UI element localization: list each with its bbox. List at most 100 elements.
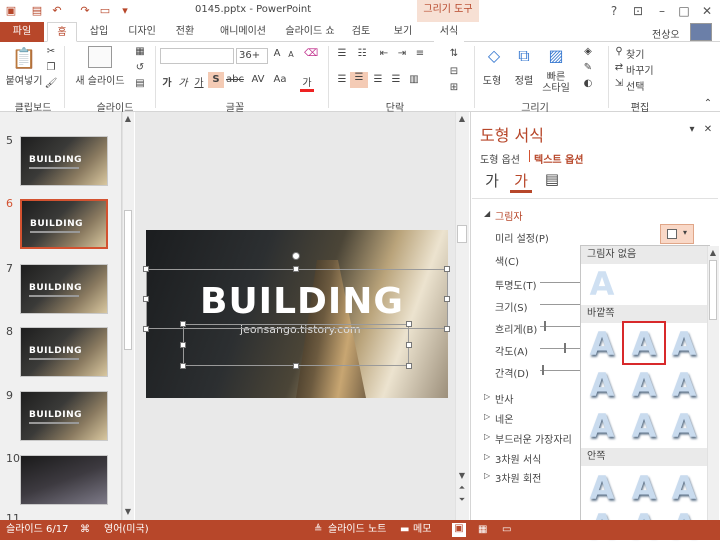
expand-arrow-icon[interactable]: ▷ bbox=[484, 452, 490, 461]
preset-inner-shadow[interactable]: A bbox=[666, 470, 702, 506]
section-soft-edges[interactable]: 부드러운 가장자리 bbox=[495, 431, 572, 446]
resize-handle[interactable] bbox=[293, 363, 299, 369]
prev-slide-icon[interactable]: ⏶ bbox=[456, 482, 468, 494]
blur-slider-thumb[interactable] bbox=[544, 321, 546, 331]
font-size-field[interactable]: 36+ bbox=[236, 48, 268, 64]
preset-outer-shadow[interactable]: A bbox=[666, 326, 702, 362]
distance-slider[interactable] bbox=[540, 370, 580, 371]
language-indicator[interactable]: 영어(미국) bbox=[104, 520, 149, 540]
distance-slider-thumb[interactable] bbox=[542, 365, 544, 375]
tab-format[interactable]: 서식 bbox=[434, 22, 464, 42]
blur-slider[interactable] bbox=[540, 326, 580, 327]
notes-button[interactable]: 슬라이드 노트 bbox=[328, 520, 386, 540]
comments-icon[interactable]: ▬ bbox=[400, 520, 409, 540]
numbering-icon[interactable]: ☷ bbox=[354, 48, 370, 59]
scroll-up-icon[interactable]: ▲ bbox=[122, 113, 134, 125]
expand-arrow-icon[interactable]: ▷ bbox=[484, 471, 490, 480]
start-from-beginning-icon[interactable]: ▭ bbox=[98, 4, 112, 18]
slide-thumbnail[interactable]: BUILDING bbox=[20, 327, 108, 377]
slide-thumbnail[interactable]: BUILDING bbox=[20, 391, 108, 441]
pane-close-icon[interactable]: ✕ bbox=[702, 124, 714, 135]
transparency-slider[interactable] bbox=[540, 282, 580, 283]
paste-icon[interactable]: 📋 bbox=[10, 46, 38, 70]
reading-view-icon[interactable]: ▭ bbox=[502, 520, 511, 540]
underline-button[interactable]: 가 bbox=[192, 74, 206, 89]
resize-handle[interactable] bbox=[180, 342, 186, 348]
copy-icon[interactable]: ❐ bbox=[44, 62, 58, 73]
replace-icon[interactable]: ⇄ bbox=[612, 62, 626, 73]
format-painter-icon[interactable]: 🖌 bbox=[44, 78, 58, 89]
select-button[interactable]: 선택 bbox=[626, 78, 666, 93]
preset-inner-shadow[interactable]: A bbox=[626, 470, 662, 506]
resize-handle[interactable] bbox=[406, 342, 412, 348]
slide-thumbnail-selected[interactable]: BUILDING bbox=[20, 199, 108, 249]
font-name-field[interactable] bbox=[160, 48, 234, 64]
resize-handle[interactable] bbox=[143, 326, 149, 332]
bullets-icon[interactable]: ☰ bbox=[334, 48, 350, 59]
section-3d-format[interactable]: 3차원 서식 bbox=[495, 451, 541, 466]
replace-button[interactable]: 바꾸기 bbox=[626, 62, 666, 77]
font-color-button[interactable]: 가 bbox=[300, 74, 314, 92]
increase-indent-icon[interactable]: ⇥ bbox=[394, 48, 410, 59]
reset-icon[interactable]: ↺ bbox=[132, 62, 148, 73]
tab-review[interactable]: 검토 bbox=[348, 22, 374, 42]
slide-thumbnail[interactable]: BUILDING bbox=[20, 136, 108, 186]
maximize-button[interactable]: □ bbox=[674, 2, 694, 20]
spellcheck-icon[interactable]: ⌘ bbox=[80, 520, 90, 540]
resize-handle[interactable] bbox=[143, 266, 149, 272]
resize-handle[interactable] bbox=[180, 363, 186, 369]
arrange-button[interactable]: 정렬 bbox=[510, 72, 538, 87]
pane-options-icon[interactable]: ▾ bbox=[686, 124, 698, 135]
text-effects-icon[interactable]: 가 bbox=[511, 170, 531, 191]
italic-button[interactable]: 가 bbox=[176, 74, 190, 89]
section-shadow[interactable]: 그림자 bbox=[495, 208, 523, 223]
resize-handle[interactable] bbox=[180, 321, 186, 327]
tab-view[interactable]: 보기 bbox=[390, 22, 416, 42]
find-icon[interactable]: ⚲ bbox=[612, 46, 626, 57]
section-3d-rotation[interactable]: 3차원 회전 bbox=[495, 470, 541, 485]
resize-handle[interactable] bbox=[444, 266, 450, 272]
quick-styles-button[interactable]: 빠른 스타일 bbox=[540, 72, 572, 94]
undo-icon[interactable]: ↶ bbox=[50, 4, 64, 18]
expand-arrow-icon[interactable]: ▷ bbox=[484, 432, 490, 441]
tab-animations[interactable]: 애니메이션 bbox=[214, 22, 272, 42]
paste-button[interactable]: 붙여넣기 bbox=[4, 72, 44, 87]
rotate-handle[interactable] bbox=[292, 252, 300, 260]
justify-icon[interactable]: ☰ bbox=[388, 74, 404, 85]
find-button[interactable]: 찾기 bbox=[626, 46, 666, 61]
arrange-icon[interactable]: ⧉ bbox=[514, 46, 534, 68]
save-icon[interactable]: ▤ bbox=[30, 4, 44, 18]
scroll-down-icon[interactable]: ▼ bbox=[456, 470, 468, 482]
preset-outer-shadow[interactable]: A bbox=[626, 367, 662, 403]
align-center-icon[interactable]: ☰ bbox=[350, 72, 368, 88]
notes-icon[interactable]: ≜ bbox=[314, 520, 322, 540]
next-slide-icon[interactable]: ⏷ bbox=[456, 494, 468, 506]
preset-outer-shadow[interactable]: A bbox=[666, 367, 702, 403]
preset-outer-shadow[interactable]: A bbox=[584, 326, 620, 362]
columns-icon[interactable]: ▥ bbox=[406, 74, 422, 85]
tab-text-options[interactable]: 텍스트 옵션 bbox=[534, 151, 583, 166]
scrollbar-thumb[interactable] bbox=[709, 260, 717, 320]
shadow-preset-dropdown[interactable]: ▾ bbox=[660, 224, 694, 244]
collapse-ribbon-icon[interactable]: ⌃ bbox=[702, 98, 714, 109]
close-button[interactable]: ✕ bbox=[697, 2, 717, 20]
tab-slideshow[interactable]: 슬라이드 쇼 bbox=[282, 22, 338, 42]
shape-fill-icon[interactable]: ◈ bbox=[580, 46, 596, 57]
preset-outer-shadow[interactable]: A bbox=[626, 408, 662, 444]
scroll-down-icon[interactable]: ▼ bbox=[122, 506, 134, 518]
change-case-button[interactable]: Aa bbox=[270, 74, 290, 85]
textbox-icon[interactable]: ▤ bbox=[542, 170, 562, 188]
shape-outline-icon[interactable]: ✎ bbox=[580, 62, 596, 73]
text-direction-icon[interactable]: ⇅ bbox=[446, 48, 462, 59]
angle-slider[interactable] bbox=[540, 348, 580, 349]
help-button[interactable]: ? bbox=[604, 2, 624, 20]
smartart-icon[interactable]: ⊞ bbox=[446, 82, 462, 93]
resize-handle[interactable] bbox=[444, 296, 450, 302]
scrollbar-thumb[interactable] bbox=[457, 225, 467, 243]
shapes-button[interactable]: 도형 bbox=[478, 72, 506, 87]
scroll-up-icon[interactable]: ▲ bbox=[456, 113, 468, 125]
cut-icon[interactable]: ✂ bbox=[44, 46, 58, 57]
preset-inner-shadow[interactable]: A bbox=[584, 470, 620, 506]
normal-view-icon[interactable]: ▣ bbox=[452, 523, 466, 537]
tab-insert[interactable]: 삽입 bbox=[86, 22, 112, 42]
